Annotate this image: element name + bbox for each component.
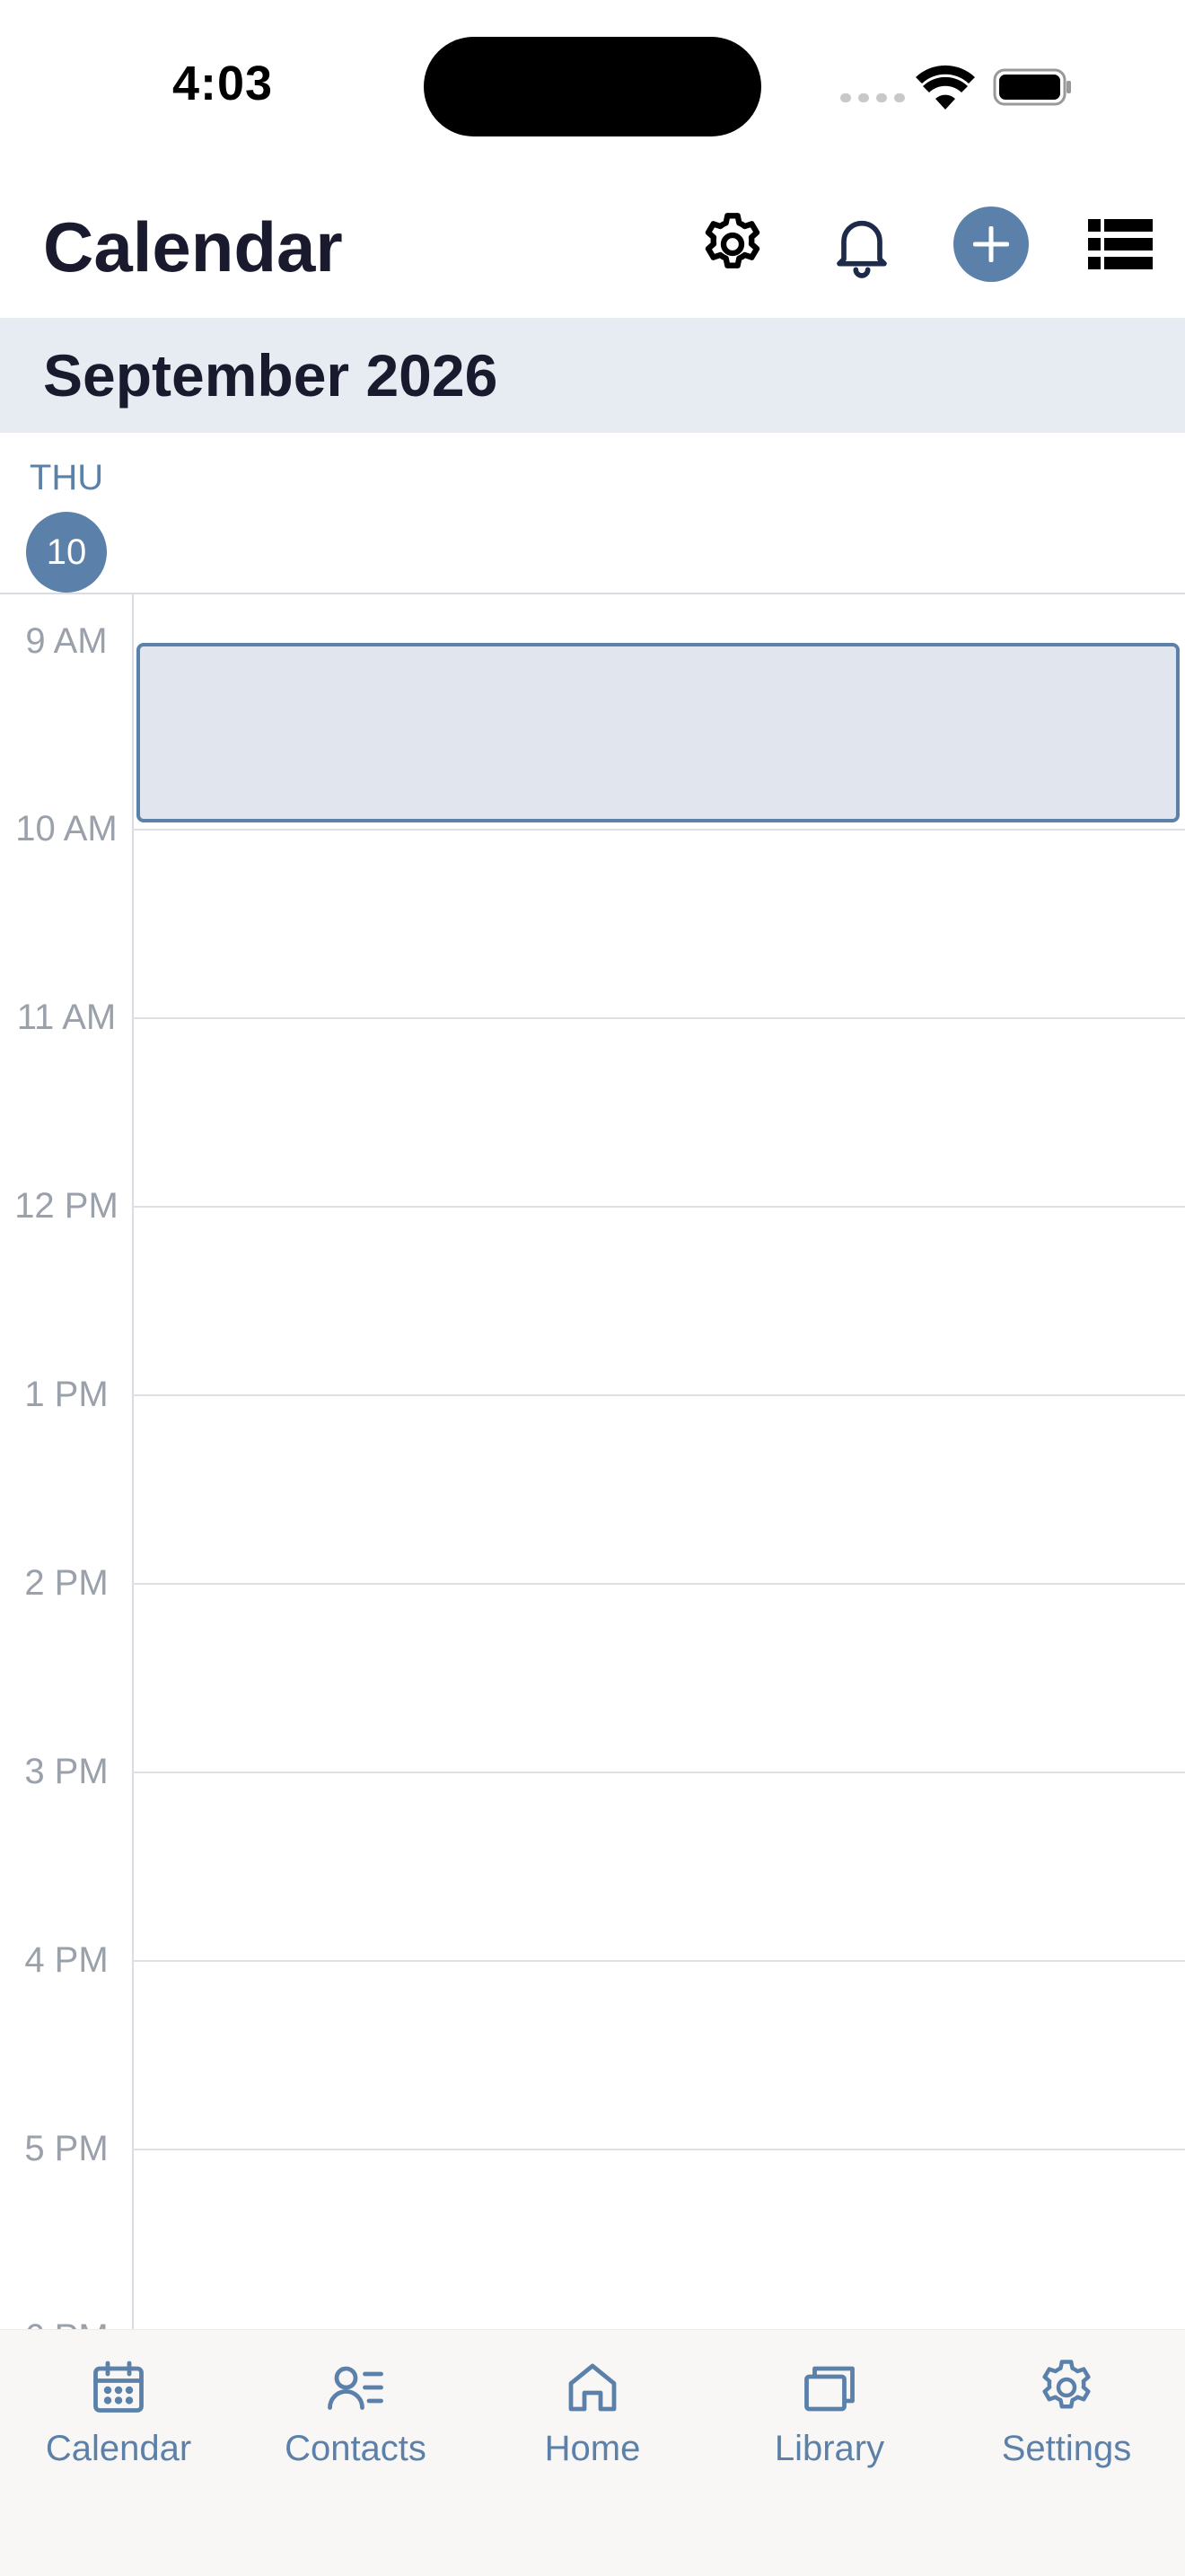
hour-line bbox=[133, 1394, 1185, 1396]
tab-library[interactable]: Library bbox=[711, 2355, 948, 2469]
hour-label: 10 AM bbox=[15, 809, 118, 848]
hour-label: 3 PM bbox=[24, 1752, 109, 1791]
status-time: 4:03 bbox=[172, 57, 274, 110]
tab-label: Calendar bbox=[45, 2429, 192, 2468]
tab-home[interactable]: Home bbox=[474, 2355, 711, 2469]
hour-label: 4 PM bbox=[24, 1940, 109, 1980]
app-header: Calendar bbox=[0, 180, 1185, 318]
hour-label: 2 PM bbox=[24, 1563, 109, 1603]
event-block[interactable] bbox=[136, 643, 1180, 822]
hour-line bbox=[133, 1206, 1185, 1208]
day-weekday: THU bbox=[29, 458, 104, 497]
tab-calendar[interactable]: Calendar bbox=[0, 2355, 237, 2469]
bell-icon bbox=[837, 220, 887, 278]
library-icon bbox=[804, 2366, 855, 2412]
calendar-icon bbox=[93, 2361, 144, 2413]
settings-button[interactable] bbox=[695, 207, 770, 282]
hour-line bbox=[133, 1772, 1185, 1773]
hour-line bbox=[133, 1583, 1185, 1585]
tab-settings[interactable]: Settings bbox=[948, 2355, 1185, 2469]
dynamic-island bbox=[424, 37, 761, 136]
tab-contacts[interactable]: Contacts bbox=[237, 2355, 474, 2469]
time-gutter-divider bbox=[132, 593, 134, 2329]
hour-line bbox=[133, 2149, 1185, 2150]
hour-label: 5 PM bbox=[24, 2129, 109, 2168]
time-grid[interactable]: 9 AM 10 AM 11 AM 12 PM 1 PM 2 PM 3 PM 4 … bbox=[0, 593, 1185, 2329]
page-title: Calendar bbox=[43, 207, 343, 286]
notifications-button[interactable] bbox=[824, 207, 900, 282]
gear-icon bbox=[1042, 2360, 1091, 2409]
add-event-button[interactable] bbox=[953, 207, 1029, 282]
hour-line bbox=[133, 829, 1185, 831]
list-view-button[interactable] bbox=[1083, 207, 1158, 282]
cellular-signal-icon bbox=[840, 93, 905, 102]
tab-bar: Calendar Contacts Home Library Settings bbox=[0, 2329, 1185, 2576]
tab-label: Settings bbox=[1001, 2429, 1132, 2468]
gear-icon bbox=[705, 213, 760, 268]
status-bar: 4:03 bbox=[0, 0, 1185, 171]
hour-label: 11 AM bbox=[16, 998, 117, 1037]
hour-label: 1 PM bbox=[24, 1375, 109, 1414]
tab-label: Contacts bbox=[285, 2429, 426, 2468]
month-bar: September 2026 bbox=[0, 318, 1185, 433]
list-icon bbox=[1088, 219, 1153, 269]
tab-label: Library bbox=[774, 2429, 885, 2468]
battery-icon bbox=[993, 68, 1071, 106]
home-icon bbox=[568, 2363, 617, 2412]
hour-line bbox=[133, 1017, 1185, 1019]
hour-label: 6 PM bbox=[0, 2317, 133, 2329]
day-header: THU 10 bbox=[0, 433, 1185, 594]
contacts-icon bbox=[328, 2366, 383, 2410]
tab-label: Home bbox=[544, 2429, 641, 2468]
day-date-badge[interactable]: 10 bbox=[26, 512, 107, 593]
hour-label: 9 AM bbox=[25, 621, 108, 661]
wifi-icon bbox=[916, 65, 975, 110]
hour-line bbox=[133, 1960, 1185, 1962]
hour-label: 12 PM bbox=[14, 1186, 118, 1226]
month-title[interactable]: September 2026 bbox=[43, 341, 497, 409]
plus-circle-icon bbox=[953, 207, 1029, 282]
